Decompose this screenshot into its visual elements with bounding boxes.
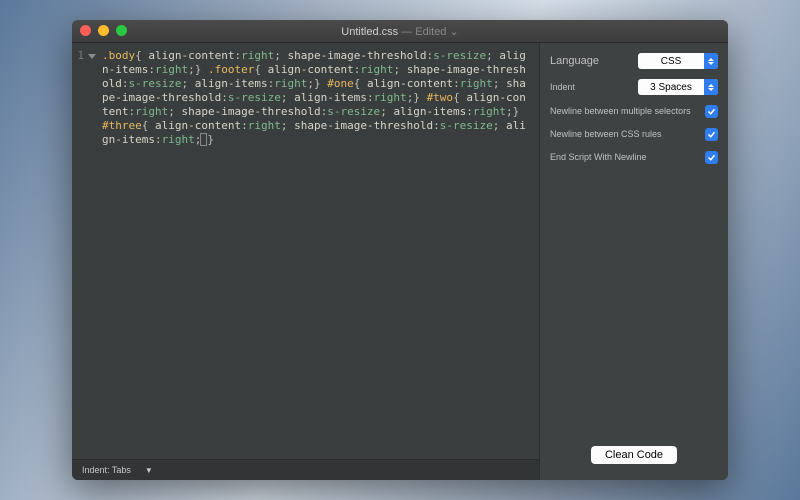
title-filename: Untitled.css bbox=[341, 26, 398, 38]
code-content[interactable]: .body{ align-content:right; shape-image-… bbox=[96, 43, 539, 459]
newline-rules-checkbox[interactable] bbox=[705, 128, 718, 141]
indent-mode-label[interactable]: Indent: Tabs bbox=[82, 465, 131, 475]
code-editor[interactable]: 1 .body{ align-content:right; shape-imag… bbox=[72, 43, 539, 459]
indent-value: 3 Spaces bbox=[650, 82, 692, 93]
select-stepper-icon[interactable] bbox=[704, 79, 718, 95]
language-value: CSS bbox=[661, 56, 682, 67]
line-gutter: 1 bbox=[72, 43, 96, 459]
language-label: Language bbox=[550, 56, 632, 67]
fold-arrow-icon[interactable] bbox=[88, 52, 96, 60]
statusbar: Indent: Tabs ▼ bbox=[72, 459, 539, 480]
close-icon[interactable] bbox=[80, 25, 91, 36]
select-stepper-icon[interactable] bbox=[704, 53, 718, 69]
newline-selectors-label: Newline between multiple selectors bbox=[550, 106, 699, 117]
zoom-icon[interactable] bbox=[116, 25, 127, 36]
titlebar[interactable]: Untitled.css — Edited ⌄ bbox=[72, 20, 728, 43]
traffic-lights bbox=[80, 25, 127, 36]
window-title[interactable]: Untitled.css — Edited ⌄ bbox=[72, 25, 728, 38]
indent-dropdown-icon[interactable]: ▼ bbox=[145, 466, 153, 475]
end-newline-checkbox[interactable] bbox=[705, 151, 718, 164]
title-edited-label: — Edited bbox=[398, 26, 446, 38]
title-dropdown-icon[interactable]: ⌄ bbox=[450, 26, 459, 38]
indent-label: Indent bbox=[550, 82, 632, 93]
clean-code-button[interactable]: Clean Code bbox=[591, 446, 677, 464]
line-number: 1 bbox=[77, 49, 86, 62]
indent-select[interactable]: 3 Spaces bbox=[638, 79, 718, 95]
newline-selectors-checkbox[interactable] bbox=[705, 105, 718, 118]
newline-rules-label: Newline between CSS rules bbox=[550, 129, 699, 140]
end-newline-label: End Script With Newline bbox=[550, 152, 699, 163]
settings-sidebar: Language CSS Indent 3 Spaces Newline bet… bbox=[539, 43, 728, 480]
minimize-icon[interactable] bbox=[98, 25, 109, 36]
language-select[interactable]: CSS bbox=[638, 53, 718, 69]
app-window: Untitled.css — Edited ⌄ 1 .body{ align-c… bbox=[72, 20, 728, 480]
